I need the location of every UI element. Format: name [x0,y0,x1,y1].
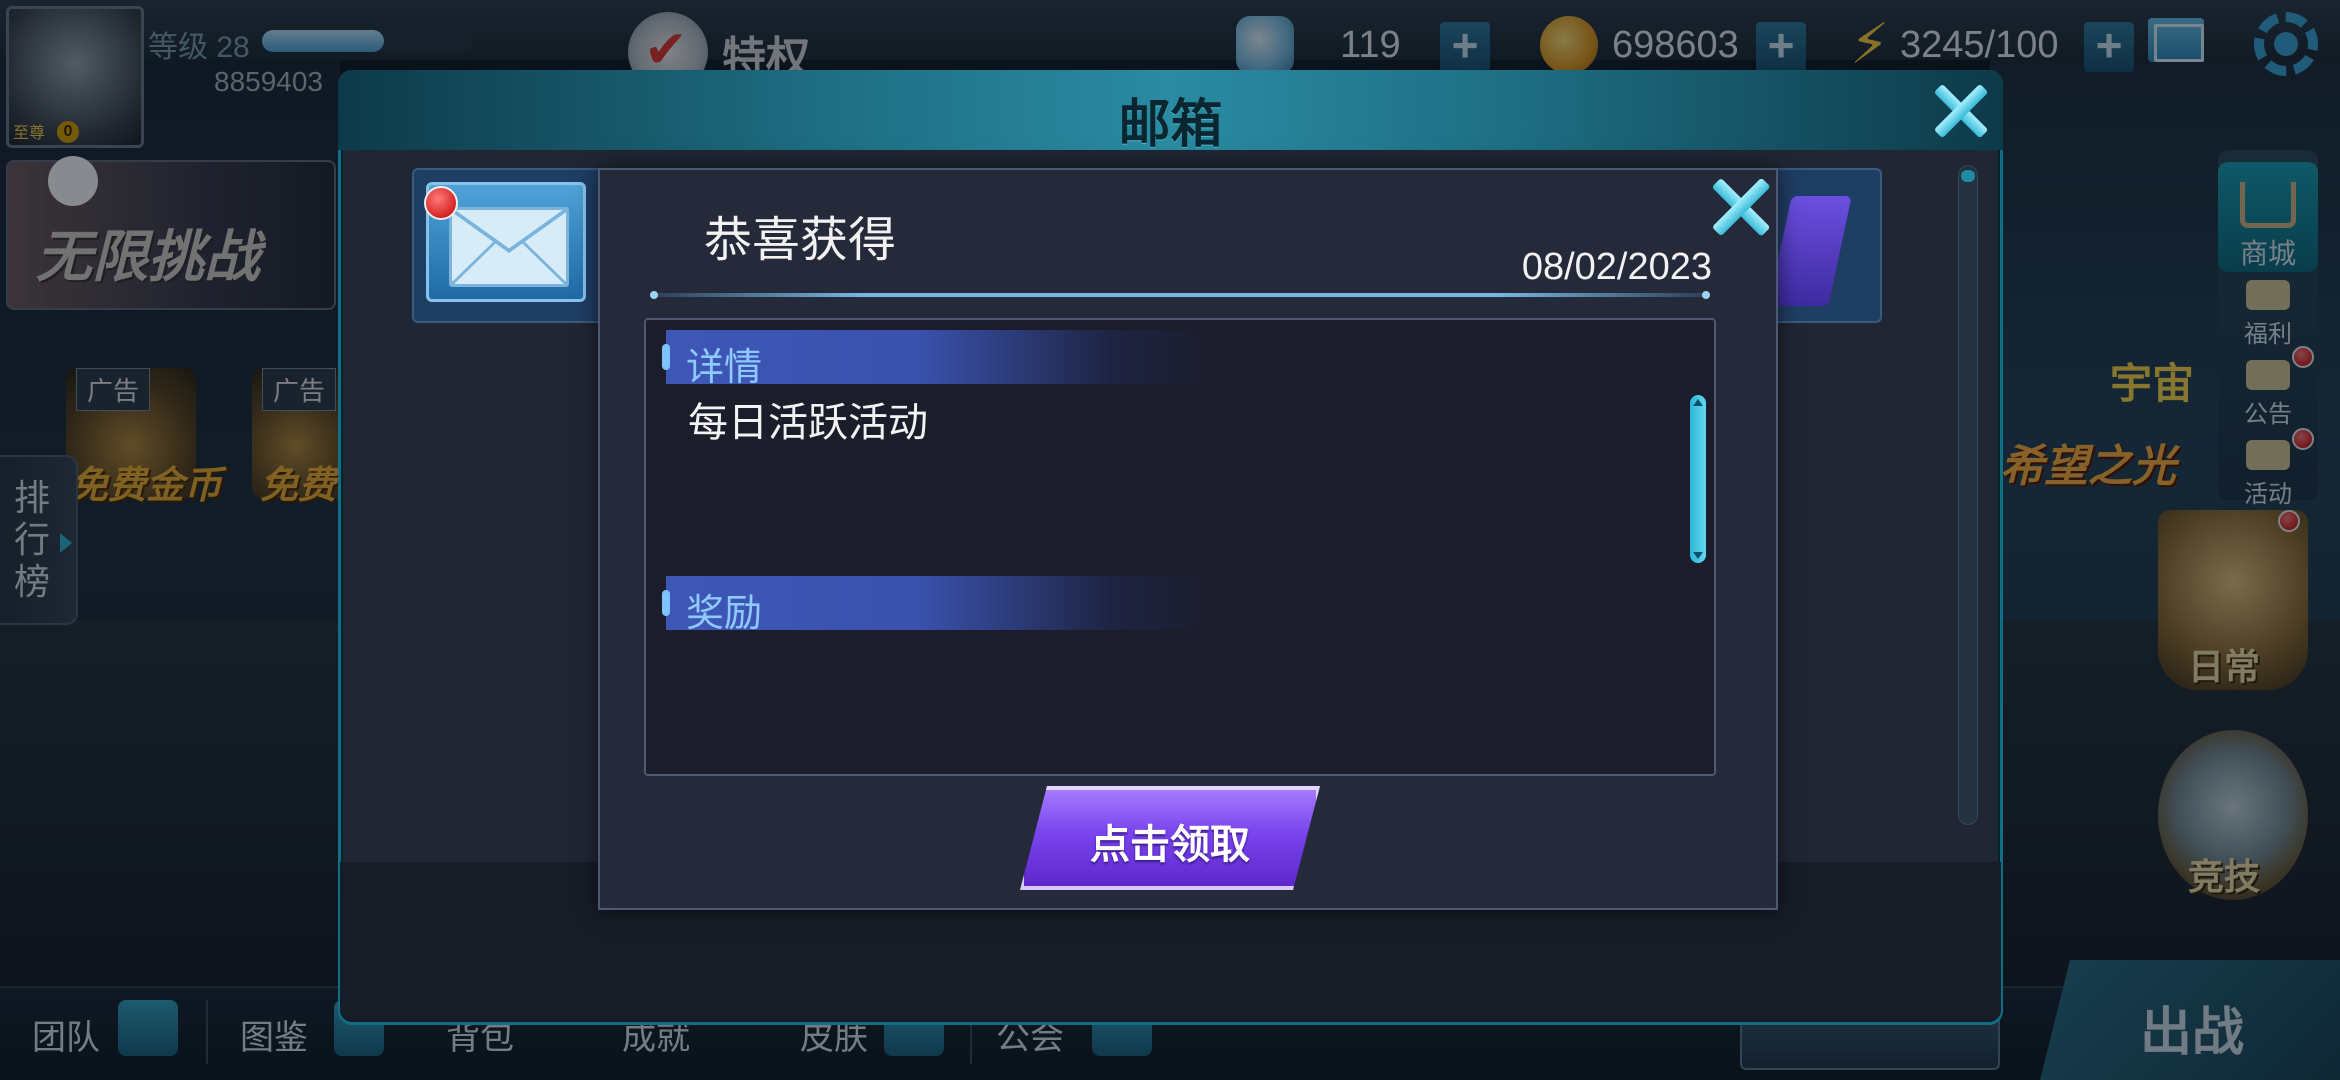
mail-date: 08/02/2023 [1521,246,1712,288]
details-text: 每日活跃活动 [688,401,928,445]
mail-list-scroll-thumb[interactable] [1961,170,1975,182]
title-divider [650,291,1710,299]
divider-dot [1702,291,1710,299]
details-label: 详情 [686,347,763,389]
section-marker [662,344,670,370]
rewards-label: 奖励 [686,593,763,635]
mail-content-box: 详情 奖励 [644,318,1716,776]
envelope-icon [449,207,569,287]
rewards-section-header: 奖励 [662,576,1226,635]
section-marker [662,590,670,616]
dialog-close-icon[interactable] [1712,178,1770,236]
mail-list-scrollbar[interactable] [1958,165,1978,825]
details-section-header: 详情 [662,330,1226,389]
unread-dot [424,186,458,220]
mailbox-close-icon[interactable] [1934,84,1988,138]
divider-dot [650,291,658,299]
claim-button-label: 点击领取 [1090,823,1250,867]
dialog-title: 恭喜获得 [704,214,897,267]
mailbox-title: 邮箱 [1118,96,1223,154]
details-scroll-thumb[interactable] [1690,395,1706,563]
